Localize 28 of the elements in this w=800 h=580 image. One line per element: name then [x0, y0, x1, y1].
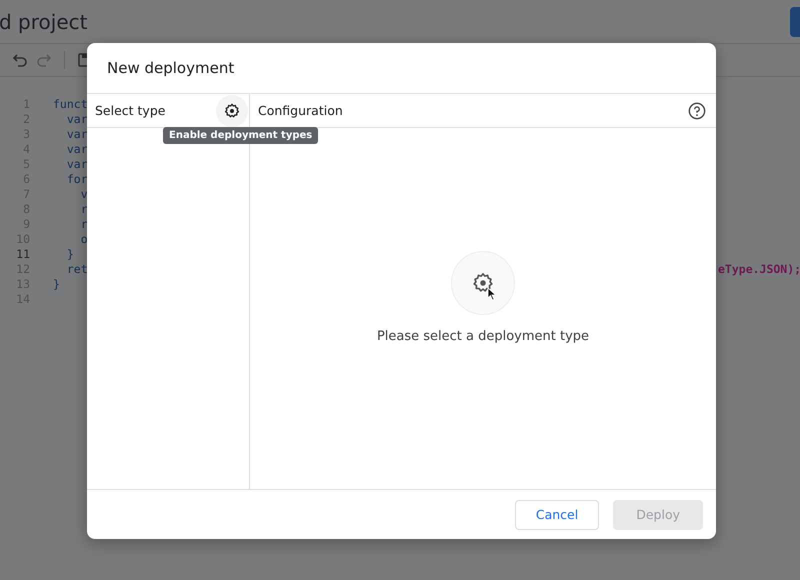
settings-button[interactable]: [216, 94, 248, 126]
column-header: Configuration: [258, 103, 343, 118]
code-text: r: [80, 217, 88, 232]
undo-icon[interactable]: [12, 52, 28, 68]
gear-icon: [224, 102, 240, 118]
project-title: d project: [0, 10, 88, 34]
code-text: o: [80, 232, 88, 247]
cursor-icon: [487, 287, 497, 301]
code-text: var: [66, 112, 88, 127]
cancel-button[interactable]: Cancel: [514, 500, 600, 530]
code-text: ret: [66, 262, 88, 277]
dialog-title: New deployment: [107, 59, 234, 77]
help-icon[interactable]: [688, 102, 706, 120]
code-text: funct: [53, 97, 88, 112]
empty-message: Please select a deployment type: [376, 329, 590, 344]
code-text: eType.JSON);: [718, 262, 800, 277]
code-text: r: [80, 202, 88, 217]
code-text: var: [66, 142, 88, 157]
code-text: var: [66, 127, 88, 142]
code-text: for: [66, 172, 88, 187]
line-number: 11: [15, 247, 30, 262]
code-text: v: [80, 187, 88, 202]
column-header: Select type: [95, 103, 166, 118]
code-text: }: [53, 277, 60, 292]
code-text: var: [66, 157, 88, 172]
tooltip: Enable deployment types: [163, 127, 318, 144]
gear-icon: [472, 272, 494, 294]
code-text: }: [66, 247, 74, 262]
